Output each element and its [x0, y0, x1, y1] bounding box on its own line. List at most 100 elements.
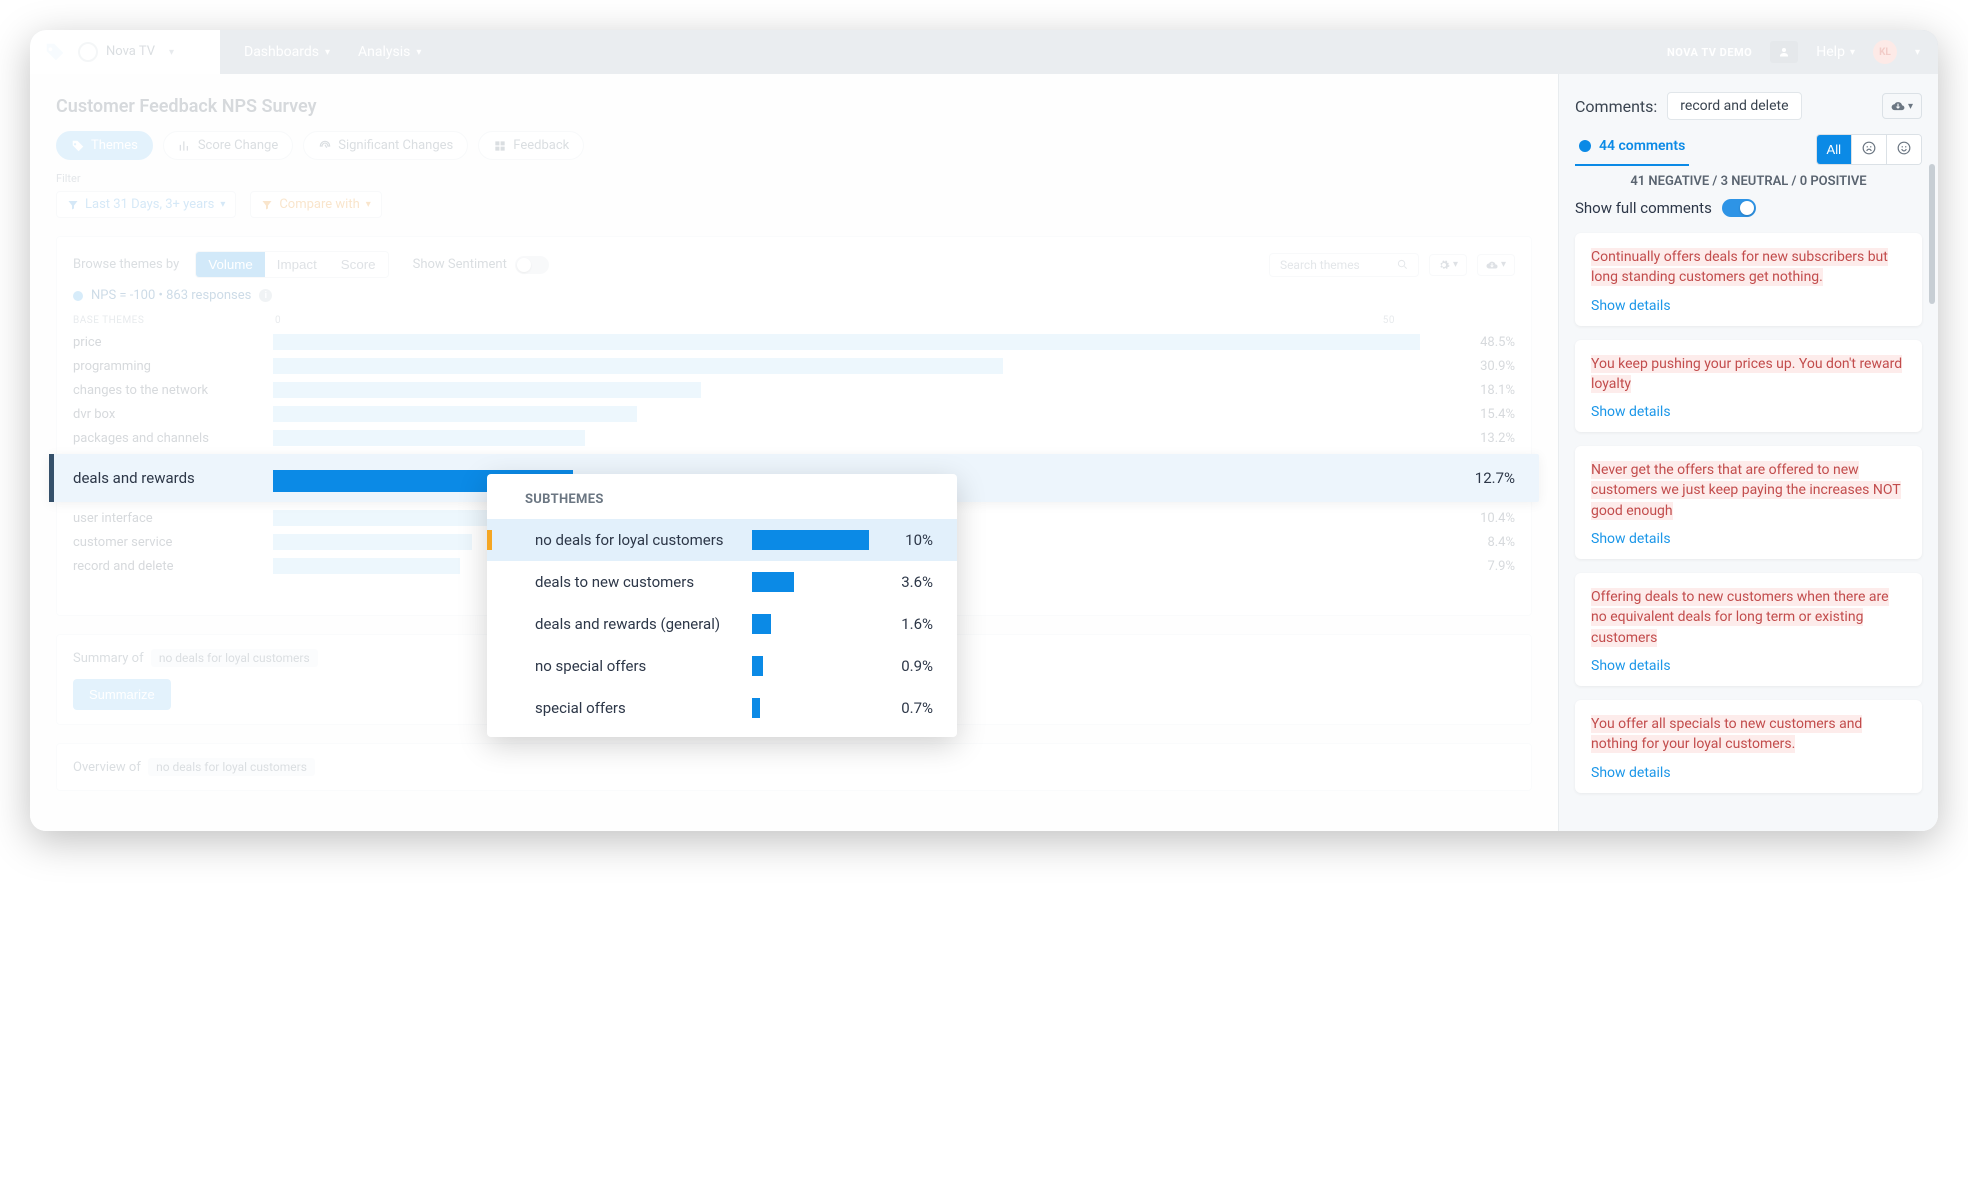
nav-analysis[interactable]: Analysis: [358, 44, 421, 60]
theme-name: deals and rewards: [73, 469, 273, 487]
dot-icon: [1579, 140, 1591, 152]
comment-text: Continually offers deals for new subscri…: [1591, 247, 1906, 288]
grid-icon: [493, 139, 507, 153]
filter-positive-button[interactable]: [1886, 135, 1921, 164]
theme-row[interactable]: changes to the network18.1%: [73, 378, 1515, 402]
chevron-down-icon: [1453, 259, 1458, 270]
comment-text: You offer all specials to new customers …: [1591, 714, 1906, 755]
filter-compare[interactable]: Compare with: [250, 191, 381, 218]
subtheme-row[interactable]: deals and rewards (general) 1.6%: [487, 603, 957, 645]
search-icon: [1397, 259, 1408, 270]
tab-significant-changes[interactable]: Significant Changes: [303, 131, 468, 160]
subtheme-row[interactable]: deals to new customers3.6%: [487, 561, 957, 603]
chevron-down-icon: [220, 199, 225, 210]
tab-themes[interactable]: Themes: [56, 131, 153, 160]
nav-dashboards[interactable]: Dashboards: [244, 44, 330, 60]
cloud-download-icon: [1891, 99, 1905, 113]
comment-text: You keep pushing your prices up. You don…: [1591, 354, 1906, 395]
theme-name: packages and channels: [73, 431, 273, 446]
comments-count-tab[interactable]: 44 comments: [1575, 132, 1689, 166]
sentiment-filter: All: [1816, 134, 1922, 165]
chevron-down-icon[interactable]: [1915, 47, 1920, 58]
filter-date[interactable]: Last 31 Days, 3+ years: [56, 191, 236, 218]
demo-label: NOVA TV DEMO: [1667, 46, 1752, 59]
notifications-button[interactable]: [1770, 41, 1798, 63]
theme-row[interactable]: dvr box 15.4%: [73, 402, 1515, 426]
tab-feedback[interactable]: Feedback: [478, 131, 584, 160]
theme-name: dvr box: [73, 407, 273, 422]
frown-icon: [1862, 141, 1876, 155]
subtheme-name: no deals for loyal customers: [502, 531, 742, 549]
show-sentiment-label: Show Sentiment: [413, 257, 507, 272]
gauge-icon: [318, 139, 332, 153]
theme-row[interactable]: packages and channels 13.2%: [73, 426, 1515, 450]
chart-icon: [178, 139, 192, 153]
chevron-down-icon: [169, 47, 174, 58]
search-themes-input[interactable]: Search themes: [1269, 253, 1419, 277]
theme-row[interactable]: programming30.9%: [73, 354, 1515, 378]
gear-icon: [1438, 259, 1450, 271]
show-details-link[interactable]: Show details: [1591, 404, 1906, 420]
subtheme-pct: 0.7%: [879, 699, 939, 717]
theme-row[interactable]: price48.5%: [73, 330, 1515, 354]
comment-card: Never get the offers that are offered to…: [1575, 446, 1922, 559]
comments-topic-chip[interactable]: record and delete: [1667, 92, 1801, 120]
theme-pct: 12.7%: [1455, 469, 1515, 487]
summarize-button[interactable]: Summarize: [73, 679, 171, 710]
theme-pct: 13.2%: [1455, 431, 1515, 446]
theme-name: record and delete: [73, 559, 273, 574]
subtheme-pct: 0.9%: [879, 657, 939, 675]
subtheme-pct: 1.6%: [879, 615, 939, 633]
subtheme-row[interactable]: no special offers0.9%: [487, 645, 957, 687]
summary-chip: no deals for loyal customers: [151, 649, 318, 667]
filter-negative-button[interactable]: [1851, 135, 1886, 164]
org-ring-icon: [78, 42, 98, 62]
show-sentiment-toggle[interactable]: [515, 256, 549, 274]
theme-name: user interface: [73, 511, 273, 526]
filter-all-button[interactable]: All: [1817, 135, 1851, 164]
comments-sidebar: Comments: record and delete 44 comments …: [1558, 74, 1938, 831]
show-full-toggle[interactable]: [1722, 199, 1756, 217]
show-details-link[interactable]: Show details: [1591, 765, 1906, 781]
comments-label: Comments:: [1575, 97, 1657, 116]
subtheme-pct: 10%: [879, 531, 939, 549]
smile-icon: [1897, 141, 1911, 155]
show-details-link[interactable]: Show details: [1591, 531, 1906, 547]
subtheme-name: special offers: [502, 699, 742, 717]
brand-switcher[interactable]: Nova TV: [30, 30, 220, 74]
theme-pct: 15.4%: [1455, 407, 1515, 422]
mode-impact[interactable]: Impact: [265, 252, 329, 277]
help-link[interactable]: Help: [1816, 44, 1855, 60]
show-details-link[interactable]: Show details: [1591, 658, 1906, 674]
show-details-link[interactable]: Show details: [1591, 298, 1906, 314]
info-icon[interactable]: i: [259, 289, 272, 302]
scrollbar-thumb[interactable]: [1929, 164, 1935, 304]
subtheme-row[interactable]: no deals for loyal customers 10%: [487, 519, 957, 561]
theme-pct: 30.9%: [1455, 359, 1515, 374]
page-title: Customer Feedback NPS Survey: [56, 96, 1532, 117]
download-comments-button[interactable]: [1882, 93, 1922, 119]
subtheme-name: deals and rewards (general): [502, 615, 742, 633]
tag-icon: [71, 139, 85, 153]
theme-pct: 10.4%: [1455, 511, 1515, 526]
mode-volume[interactable]: Volume: [196, 252, 264, 277]
theme-pct: 7.9%: [1455, 559, 1515, 574]
filter-label: Filter: [56, 172, 1532, 185]
dot-icon: [73, 291, 83, 301]
comment-text: Never get the offers that are offered to…: [1591, 460, 1906, 521]
comment-text: Offering deals to new customers when the…: [1591, 587, 1906, 648]
nps-summary: NPS = -100 • 863 responses i: [73, 288, 1515, 303]
subtheme-row[interactable]: special offers 0.7%: [487, 687, 957, 729]
tab-score-change[interactable]: Score Change: [163, 131, 293, 160]
download-button[interactable]: [1477, 254, 1515, 276]
settings-button[interactable]: [1429, 254, 1467, 276]
chevron-down-icon: [325, 47, 330, 58]
theme-pct: 48.5%: [1455, 335, 1515, 350]
chevron-down-icon: [1501, 259, 1506, 270]
comment-card: You offer all specials to new customers …: [1575, 700, 1922, 793]
chevron-down-icon: [366, 199, 371, 210]
avatar[interactable]: KL: [1873, 40, 1897, 64]
comment-card: Continually offers deals for new subscri…: [1575, 233, 1922, 326]
mode-segmented: VolumeImpactScore: [195, 251, 388, 278]
mode-score[interactable]: Score: [329, 252, 388, 277]
